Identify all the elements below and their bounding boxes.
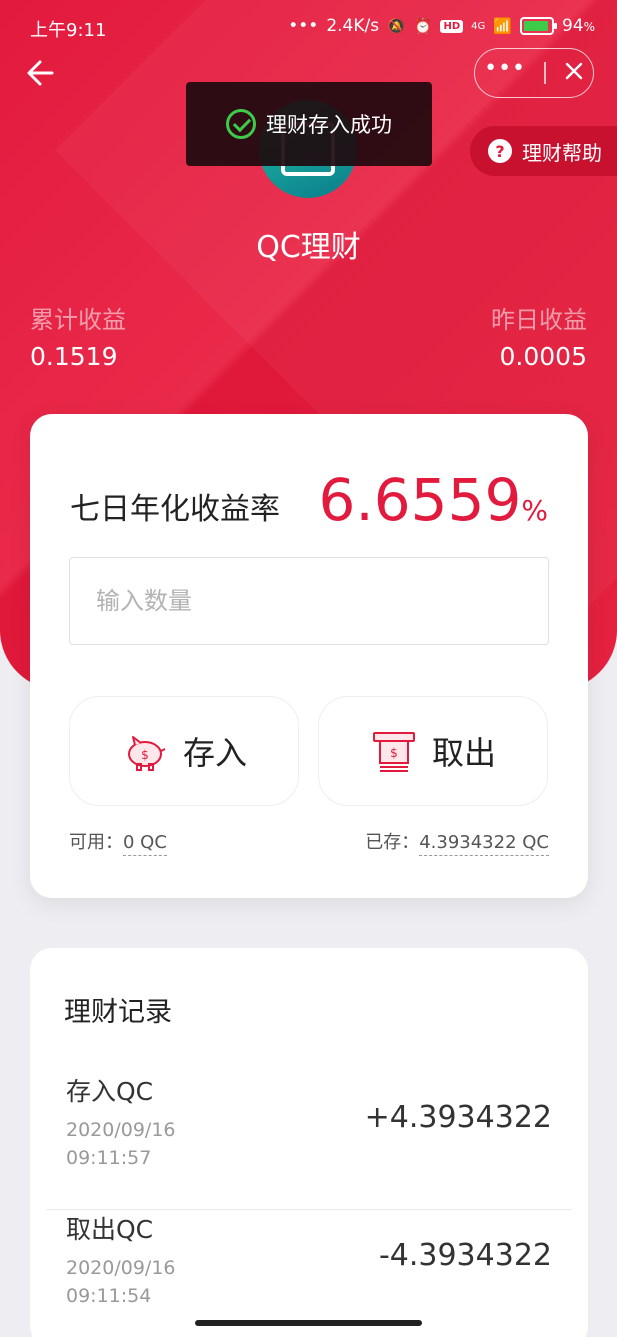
alarm-icon: ⏰ [413,17,433,35]
svg-text:$: $ [141,748,149,762]
check-circle-icon [226,109,256,139]
network-type: 4G [471,20,486,32]
piggy-bank-icon: $ [127,736,166,771]
total-earnings-value: 0.1519 [30,342,118,371]
amount-input[interactable] [69,557,549,645]
status-time: 上午9:11 [30,20,107,41]
record-date: 2020/09/16 [66,1257,176,1279]
record-row[interactable]: 取出QC 2020/09/16 09:11:54 -4.3934322 [46,1210,572,1337]
help-label: 理财帮助 [522,140,602,165]
records-title: 理财记录 [64,997,172,1028]
rate-label: 七日年化收益率 [70,492,280,527]
deposit-button[interactable]: $ 存入 [69,696,299,806]
investment-card: 七日年化收益率 6.6559% $ 存入 $ 取出 可用：0 QC 已存：4.3… [30,414,588,898]
hd-badge: HD [440,19,464,33]
success-toast: 理财存入成功 [186,82,432,166]
yesterday-earnings-label: 昨日收益 [491,306,587,334]
miniapp-capsule: ••• [474,48,594,98]
rate-unit: % [521,494,548,527]
page-title: QC理财 [256,230,361,265]
svg-text:$: $ [390,746,398,760]
available-balance: 可用：0 QC [69,828,167,856]
record-row[interactable]: 存入QC 2020/09/16 09:11:57 +4.3934322 [46,1072,572,1210]
record-amount: -4.3934322 [378,1238,552,1273]
available-label: 可用： [69,832,123,853]
back-arrow-icon[interactable] [24,56,58,90]
record-type: 存入QC [66,1077,154,1106]
rate-value: 6.6559% [318,466,548,534]
record-date: 2020/09/16 [66,1119,176,1141]
yesterday-earnings-value: 0.0005 [499,342,587,371]
record-time: 09:11:57 [66,1147,152,1169]
saved-value[interactable]: 4.3934322 QC [419,832,549,856]
more-options-icon[interactable]: ••• [484,58,526,80]
home-indicator[interactable] [195,1320,422,1326]
mute-bell-icon: 🔕 [387,17,406,35]
signal-icon: 📶 [493,17,512,35]
question-icon: ? [488,139,512,163]
available-value[interactable]: 0 QC [123,832,167,856]
battery-level: 94% [561,16,595,36]
saved-balance: 已存：4.3934322 QC [365,828,549,856]
record-time: 09:11:54 [66,1285,152,1307]
help-button[interactable]: ? 理财帮助 [470,126,617,176]
network-speed: 2.4K/s [326,16,380,36]
more-dots-icon: ••• [288,16,319,36]
record-amount: +4.3934322 [364,1100,552,1135]
records-card: 理财记录 存入QC 2020/09/16 09:11:57 +4.3934322… [30,948,588,1337]
battery-icon [519,17,557,35]
status-icons: ••• 2.4K/s 🔕 ⏰ HD 4G 📶 94% [288,16,595,36]
capsule-divider [544,62,546,84]
total-earnings-label: 累计收益 [30,306,126,334]
close-icon[interactable] [564,61,584,85]
saved-label: 已存： [365,832,420,853]
record-datetime: 2020/09/16 09:11:54 [66,1254,206,1310]
record-datetime: 2020/09/16 09:11:57 [66,1116,206,1172]
rate-number: 6.6559 [318,466,522,534]
atm-cash-icon: $ [372,732,415,772]
withdraw-button[interactable]: $ 取出 [318,696,548,806]
withdraw-label: 取出 [431,734,496,772]
deposit-label: 存入 [182,734,247,772]
record-type: 取出QC [66,1215,154,1244]
toast-text: 理财存入成功 [266,113,392,137]
